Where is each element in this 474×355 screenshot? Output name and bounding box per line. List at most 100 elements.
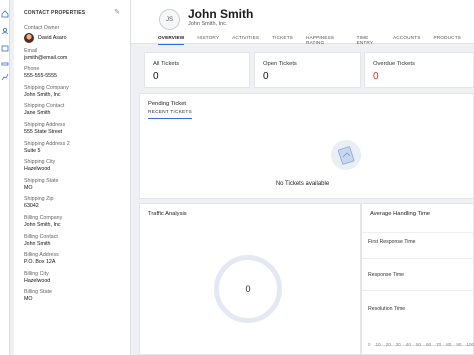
axis-tick: 60 <box>426 342 432 347</box>
field-value[interactable]: MO <box>24 296 126 303</box>
property-shipping-company: Shipping Company John Smith, Inc <box>24 85 126 99</box>
field-value[interactable]: P.O. Box 12A <box>24 259 126 266</box>
field-label: Shipping Company <box>24 84 69 91</box>
property-shipping-address-2: Shipping Address 2 Suite 5 <box>24 141 126 155</box>
stat-label: Open Tickets <box>263 61 297 67</box>
home-icon[interactable] <box>1 10 9 18</box>
property-email: Email jsmith@email.com <box>24 48 126 62</box>
contacts-icon[interactable] <box>1 27 9 35</box>
tab-products[interactable]: PRODUCTS <box>433 35 461 45</box>
first-response-time-label: First Response Time <box>368 239 416 245</box>
reports-icon[interactable] <box>1 73 9 81</box>
traffic-donut-chart: 0 <box>214 255 282 323</box>
field-value[interactable]: Hazelwood <box>24 278 126 285</box>
contact-header: JS John Smith John Smith, Inc. OVERVIEW … <box>131 0 474 45</box>
open-tickets-card[interactable]: Open Tickets 0 <box>254 52 361 88</box>
stat-value: 0 <box>153 71 159 82</box>
stat-value: 0 <box>263 71 269 82</box>
contact-owner-field: Contact Owner David Asaro <box>24 25 126 43</box>
time-axis: 0 10 20 30 40 50 60 70 80 90 100 <box>368 342 474 347</box>
average-handling-time-card: Average Handling Time <box>361 203 474 355</box>
response-time-label: Response Time <box>368 272 405 278</box>
field-value[interactable]: 555-555-5555 <box>24 73 126 80</box>
property-billing-company: Billing Company John Smith, Inc <box>24 215 126 229</box>
accounts-icon[interactable] <box>1 44 9 52</box>
divider <box>362 258 474 259</box>
field-label: Billing Company <box>24 214 63 221</box>
axis-tick: 10 <box>375 342 381 347</box>
field-value[interactable]: John Smith, Inc <box>24 92 126 99</box>
field-value[interactable]: Hazelwood <box>24 166 126 173</box>
property-shipping-contact: Shipping Contact Jane Smith <box>24 103 126 117</box>
contact-initials-avatar: JS <box>159 9 180 30</box>
tab-time-entry[interactable]: TIME ENTRY <box>357 35 380 45</box>
empty-state-text: No Tickets available <box>275 181 330 187</box>
field-value[interactable]: John Smith <box>24 241 126 248</box>
field-label: Shipping Address <box>24 121 66 128</box>
field-label: Phone <box>24 66 40 73</box>
axis-tick: 30 <box>395 342 401 347</box>
axis-tick: 40 <box>405 342 411 347</box>
contact-tabs: OVERVIEW HISTORY ACTIVITIES TICKETS HAPP… <box>158 35 474 45</box>
tab-happiness-rating[interactable]: HAPPINESS RATING <box>306 35 344 45</box>
tab-recent-tickets[interactable]: RECENT TICKETS <box>148 110 192 119</box>
field-label: Shipping Address 2 <box>24 140 70 147</box>
axis-tick: 100 <box>466 342 474 347</box>
stat-label: Overdue Tickets <box>373 61 415 67</box>
field-value[interactable]: MO <box>24 185 126 192</box>
divider <box>362 232 474 233</box>
field-label: Shipping Zip <box>24 196 54 203</box>
owner-name[interactable]: David Asaro <box>38 35 67 42</box>
property-billing-state: Billing State MO <box>24 289 126 303</box>
field-label: Shipping Contact <box>24 103 65 110</box>
property-billing-address: Billing Address P.O. Box 12A <box>24 252 126 266</box>
field-value[interactable]: Suite 5 <box>24 148 126 155</box>
tab-accounts[interactable]: ACCOUNTS <box>393 35 421 45</box>
contact-name: John Smith <box>188 7 254 21</box>
overdue-tickets-card[interactable]: Overdue Tickets 0 <box>364 52 474 88</box>
section-title: Pending Ticket <box>148 101 187 107</box>
property-shipping-city: Shipping City Hazelwood <box>24 159 126 173</box>
tab-activities[interactable]: ACTIVITIES <box>232 35 259 45</box>
field-value[interactable]: jsmith@email.com <box>24 55 126 62</box>
divider <box>362 290 474 291</box>
field-label: Billing State <box>24 289 52 296</box>
app-icon-rail <box>0 0 10 355</box>
owner-avatar <box>24 33 34 43</box>
field-label: Billing City <box>24 270 49 277</box>
property-billing-city: Billing City Hazelwood <box>24 271 126 285</box>
ticket-icon <box>331 140 361 170</box>
contact-company[interactable]: John Smith, Inc. <box>188 21 227 27</box>
tab-history[interactable]: HISTORY <box>197 35 219 45</box>
section-title: Average Handling Time <box>370 211 431 217</box>
tab-tickets[interactable]: TICKETS <box>272 35 293 45</box>
field-label: Shipping State <box>24 177 59 184</box>
field-label: Shipping City <box>24 159 56 166</box>
property-phone: Phone 555-555-5555 <box>24 66 126 80</box>
axis-tick: 70 <box>436 342 442 347</box>
axis-tick: 0 <box>368 342 371 347</box>
stat-label: All Tickets <box>153 61 180 67</box>
stat-value: 0 <box>373 71 379 82</box>
donut-center-value: 0 <box>245 284 251 294</box>
field-label: Billing Address <box>24 252 59 259</box>
field-value[interactable]: John Smith, Inc <box>24 222 126 229</box>
property-shipping-state: Shipping State MO <box>24 178 126 192</box>
panel-title: CONTACT PROPERTIES <box>24 10 86 16</box>
all-tickets-card[interactable]: All Tickets 0 <box>144 52 250 88</box>
tickets-icon[interactable] <box>1 60 9 68</box>
axis-tick: 90 <box>456 342 462 347</box>
section-title: Traffic Analysis <box>148 211 187 217</box>
field-label: Billing Contact <box>24 233 58 240</box>
tab-overview[interactable]: OVERVIEW <box>158 35 185 45</box>
field-label: Contact Owner <box>24 25 60 31</box>
field-value[interactable]: Jane Smith <box>24 110 126 117</box>
property-shipping-zip: Shipping Zip 63042 <box>24 196 126 210</box>
field-value[interactable]: 63042 <box>24 203 126 210</box>
property-shipping-address: Shipping Address 555 State Street <box>24 122 126 136</box>
field-value[interactable]: 555 State Street <box>24 129 126 136</box>
axis-tick: 20 <box>385 342 391 347</box>
edit-icon[interactable]: ✎ <box>114 8 120 16</box>
property-billing-contact: Billing Contact John Smith <box>24 234 126 248</box>
resolution-time-label: Resolution Time <box>368 306 406 312</box>
